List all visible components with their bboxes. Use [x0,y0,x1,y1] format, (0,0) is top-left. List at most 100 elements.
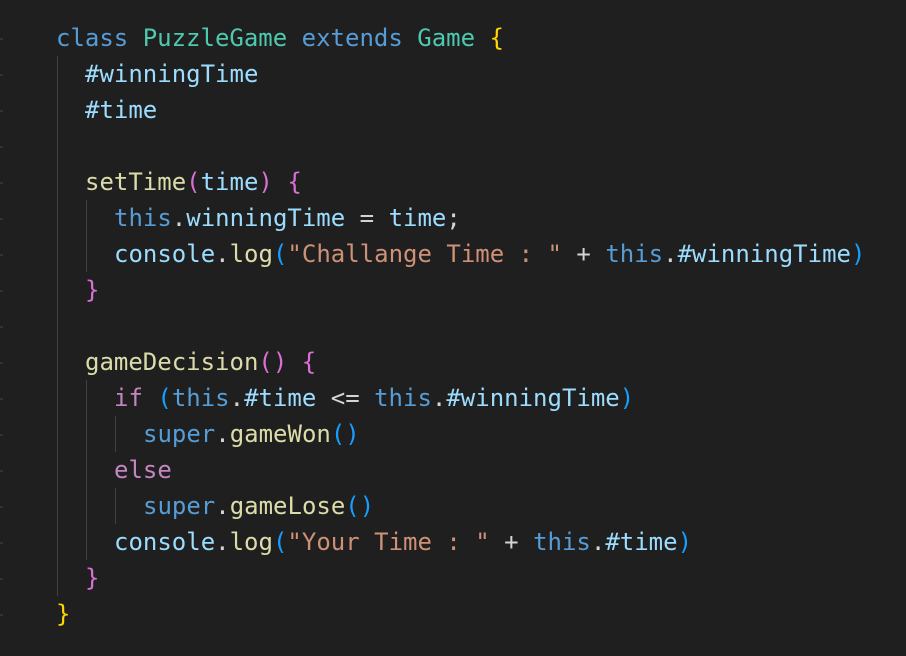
code-token: #time [85,96,158,124]
code-token: log [229,528,273,556]
code-token: . [215,528,230,556]
gutter-mark [0,254,3,256]
code-token: "Your Time : " [287,528,490,556]
code-token: <= [316,384,375,412]
code-token: . [171,204,187,232]
gutter-mark [0,146,3,148]
code-token: Game [417,24,476,52]
code-token: extends [301,24,403,52]
code-token: PuzzleGame [142,24,288,52]
code-token: super [143,492,216,520]
indent-guide [86,380,87,560]
code-token: ( [157,384,172,412]
code-line[interactable]: console.log("Challange Time : " + this.#… [114,236,865,272]
code-line[interactable]: if (this.#time <= this.#winningTime) [114,380,634,416]
code-token: { [489,24,504,52]
code-token: #winningTime [677,240,851,268]
gutter-mark [0,290,3,292]
code-token: if [114,384,143,412]
code-token: #time [605,528,678,556]
indent-guide [86,200,87,272]
code-token: { [287,168,302,196]
indent-guide [115,488,116,524]
code-token: setTime [85,168,187,196]
code-token: ( [186,168,201,196]
code-token: this [374,384,432,412]
code-line[interactable]: } [85,272,99,308]
code-token: else [114,456,172,484]
code-token: #winningTime [85,60,259,88]
code-line[interactable]: this.winningTime = time; [114,200,461,236]
gutter-mark [0,38,3,40]
gutter-mark [0,110,3,112]
code-token: #winningTime [446,384,620,412]
gutter-mark [0,398,3,400]
code-token: } [56,600,71,628]
code-token: super [143,420,216,448]
code-line[interactable]: } [85,560,99,596]
gutter-mark [0,578,3,580]
gutter-mark [0,470,3,472]
gutter-mark [0,542,3,544]
code-token: gameWon [229,420,331,448]
code-token: console [114,240,216,268]
code-token: . [590,528,606,556]
code-token: gameLose [229,492,346,520]
code-token: ) [677,528,693,556]
code-token: ) [850,240,866,268]
code-token: "Challange Time : " [287,240,562,268]
gutter-mark [0,362,3,364]
code-token: } [85,564,100,592]
code-token: this [171,384,230,412]
code-line[interactable]: else [114,452,172,488]
code-token: = [345,204,389,232]
gutter-mark [0,182,3,184]
code-token: () [330,420,360,448]
code-token: () [258,348,288,376]
gutter-mark [0,218,3,220]
code-token: { [301,348,317,376]
code-token: this [605,240,664,268]
indent-guide [57,56,58,596]
gutter-mark [0,434,3,436]
code-token: . [215,240,230,268]
code-token: class [56,24,129,52]
code-line[interactable]: gameDecision() { [85,344,316,380]
code-line[interactable]: #time [85,92,157,128]
code-token: gameDecision [85,348,259,376]
code-line[interactable]: console.log("Your Time : " + this.#time) [114,524,692,560]
indent-guide [115,416,116,452]
code-token: #time [244,384,317,412]
code-token: this [114,204,172,232]
code-token: + [561,240,606,268]
code-token: ( [272,240,288,268]
code-token: this [533,528,591,556]
code-token: + [489,528,534,556]
code-editor[interactable]: class PuzzleGame extends Game { #winningT… [0,0,906,656]
code-line[interactable]: setTime(time) { [85,164,302,200]
code-token: ) [258,168,273,196]
code-line[interactable]: class PuzzleGame extends Game { [56,20,504,56]
code-token: . [215,492,230,520]
code-token: . [663,240,678,268]
code-token: time [200,168,259,196]
code-line[interactable]: super.gameWon() [143,416,360,452]
gutter-mark [0,74,3,76]
code-token: ; [446,204,461,232]
code-line[interactable]: super.gameLose() [143,488,374,524]
code-token: . [229,384,245,412]
code-line[interactable]: } [56,596,70,632]
code-token: ( [272,528,288,556]
code-token: winningTime [186,204,346,232]
gutter-mark [0,614,3,616]
code-line[interactable]: #winningTime [85,56,258,92]
code-token: time [388,204,447,232]
gutter-mark [0,506,3,508]
